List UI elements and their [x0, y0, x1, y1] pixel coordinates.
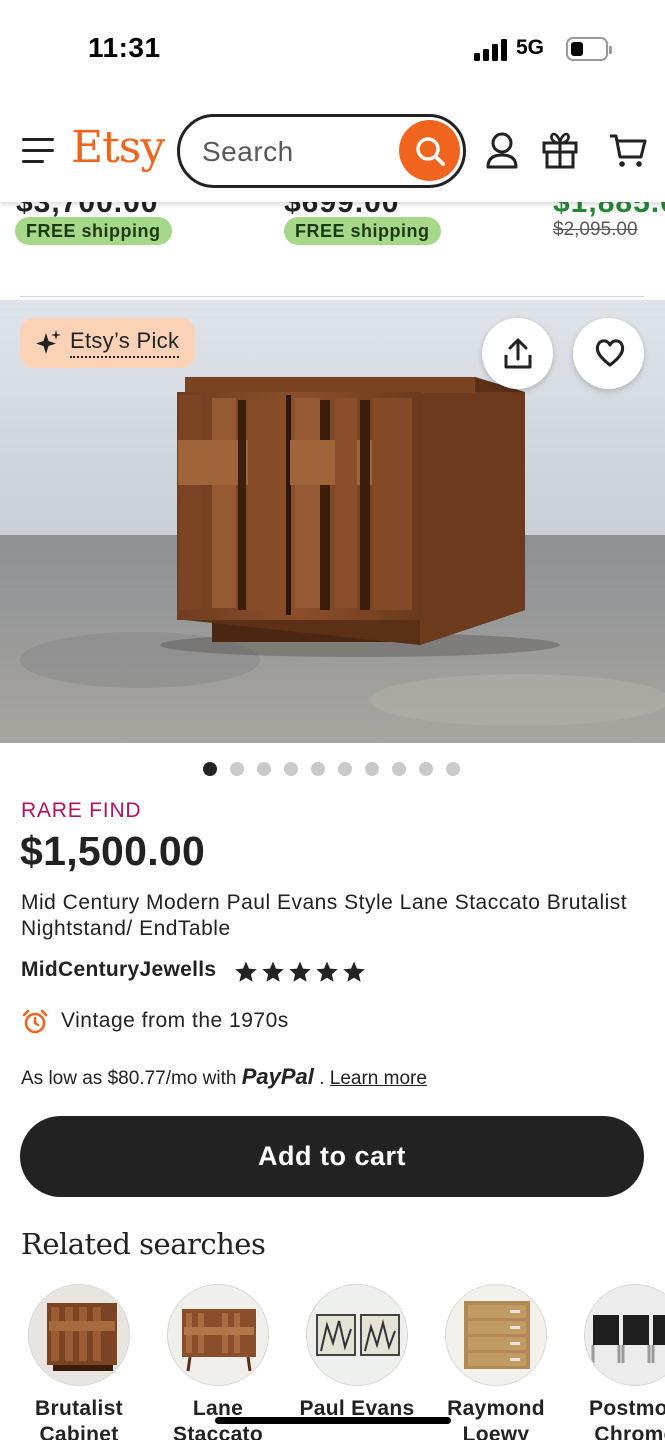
status-bar: 11:31 5G	[0, 0, 665, 100]
rare-find-label: RARE FIND	[21, 799, 142, 822]
gift-icon[interactable]	[541, 130, 579, 170]
listing-price: $1,500.00	[20, 828, 206, 874]
pagination-dot[interactable]	[284, 762, 298, 776]
pagination-dot[interactable]	[392, 762, 406, 776]
search-input[interactable]: Search	[202, 136, 294, 168]
related-searches-title: Related searches	[21, 1227, 266, 1261]
prev-item-sale-price: $1,885.00	[553, 200, 665, 219]
account-icon[interactable]	[484, 130, 520, 170]
pagination-dot[interactable]	[446, 762, 460, 776]
star-icon	[235, 961, 257, 982]
related-thumbnail	[445, 1284, 547, 1386]
related-search-item[interactable]: Brutalist Cabinet	[10, 1284, 148, 1440]
favorite-button[interactable]	[573, 318, 644, 389]
sparkle-icon	[36, 330, 61, 354]
pagination-dot[interactable]	[230, 762, 244, 776]
paypal-financing: As low as $80.77/mo with PayPal . Learn …	[21, 1064, 427, 1090]
section-divider	[20, 296, 644, 297]
star-icon	[316, 961, 338, 982]
free-shipping-badge: FREE shipping	[15, 217, 172, 245]
paypal-separator: .	[319, 1068, 325, 1089]
free-shipping-badge: FREE shipping	[284, 217, 441, 245]
pagination-dot[interactable]	[311, 762, 325, 776]
related-label: PostmodChrome	[589, 1397, 665, 1440]
vintage-label: Vintage from the 1970s	[61, 1009, 289, 1032]
learn-more-link[interactable]: Learn more	[330, 1068, 427, 1089]
header: Etsy Search	[0, 108, 665, 202]
previous-listings-row: $3,700.00 FREE shipping $699.00 FREE shi…	[0, 200, 665, 260]
status-time: 11:31	[88, 32, 161, 63]
share-icon	[504, 338, 532, 369]
related-thumbnail	[167, 1284, 269, 1386]
pagination-dot[interactable]	[419, 762, 433, 776]
paypal-logo: PayPal	[241, 1064, 314, 1089]
etsy-logo[interactable]: Etsy	[71, 122, 165, 173]
signal-icon	[474, 39, 508, 61]
home-indicator	[215, 1417, 451, 1424]
pagination-dot[interactable]	[365, 762, 379, 776]
rating-stars[interactable]	[234, 960, 366, 984]
listing-image[interactable]: Etsy’s Pick	[0, 300, 665, 743]
image-pagination[interactable]	[203, 762, 460, 776]
search-bar[interactable]: Search	[177, 114, 466, 188]
search-icon	[416, 137, 445, 166]
related-label: Brutalist Cabinet	[35, 1397, 123, 1440]
share-button[interactable]	[482, 318, 553, 389]
prev-item-original-price: $2,095.00	[553, 219, 638, 240]
cart-icon[interactable]	[608, 130, 648, 170]
related-search-item[interactable]: PostmodChrome	[566, 1284, 665, 1440]
star-icon	[262, 961, 284, 982]
menu-icon[interactable]	[22, 138, 54, 164]
pagination-dot[interactable]	[338, 762, 352, 776]
related-thumbnail	[584, 1284, 665, 1386]
heart-icon	[595, 339, 625, 367]
related-thumbnail	[28, 1284, 130, 1386]
network-label: 5G	[516, 36, 545, 59]
related-search-item[interactable]: Paul Evans	[288, 1284, 426, 1422]
listing-title: Mid Century Modern Paul Evans Style Lane…	[21, 891, 628, 940]
shop-name[interactable]: MidCenturyJewells	[21, 958, 216, 982]
search-button[interactable]	[399, 120, 460, 181]
battery-icon	[566, 37, 612, 61]
star-icon	[289, 961, 311, 982]
etsys-pick-badge[interactable]: Etsy’s Pick	[20, 318, 196, 368]
related-thumbnail	[306, 1284, 408, 1386]
badge-label: Etsy’s Pick	[70, 328, 180, 358]
star-icon	[343, 961, 365, 982]
listing-page: 11:31 5G Etsy Search $3,700.00 FREE ship…	[0, 0, 665, 1440]
paypal-prefix: As low as $80.77/mo with	[21, 1068, 237, 1089]
pagination-dot[interactable]	[257, 762, 271, 776]
add-to-cart-button[interactable]: Add to cart	[20, 1116, 644, 1197]
pagination-dot[interactable]	[203, 762, 217, 776]
alarm-clock-icon	[22, 1009, 48, 1034]
